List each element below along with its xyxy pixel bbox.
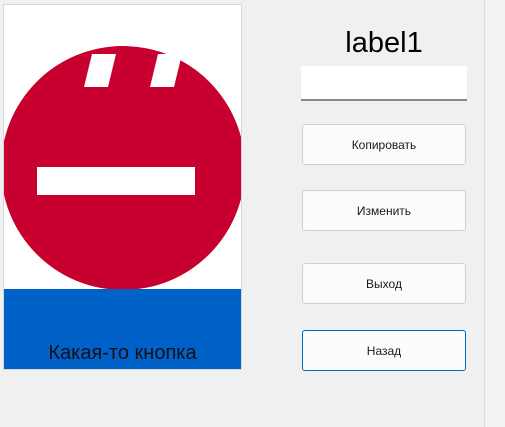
image-button[interactable]: Какая-то кнопка	[3, 4, 242, 370]
image-button-caption: Какая-то кнопка	[48, 342, 197, 364]
neutral-face-sign-icon	[4, 5, 241, 369]
text-input[interactable]	[301, 66, 467, 101]
copy-button[interactable]: Копировать	[302, 124, 466, 165]
exit-button[interactable]: Выход	[302, 263, 466, 304]
label1: label1	[345, 27, 423, 59]
window-edge	[484, 0, 505, 427]
change-button[interactable]: Изменить	[302, 190, 466, 231]
app-window: Какая-то кнопка label1 Копировать Измени…	[0, 0, 484, 427]
back-button[interactable]: Назад	[302, 330, 466, 371]
